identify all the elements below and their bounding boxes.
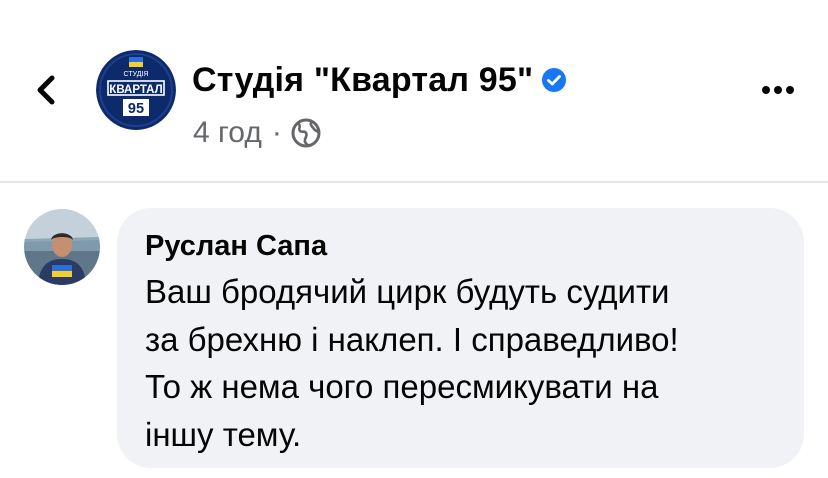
post-meta: 4 год · xyxy=(193,113,322,153)
comment-bubble: Руслан Сапа Ваш бродячий цирк будуть суд… xyxy=(117,208,804,468)
logo-top-text: СТУДІЯ xyxy=(124,71,149,78)
more-options-button[interactable] xyxy=(758,74,802,104)
comment-line: То ж нема чого пересмикувати на xyxy=(145,368,659,405)
comment-line: Ваш бродячий цирк будуть судити xyxy=(145,273,670,310)
post-time[interactable]: 4 год xyxy=(193,116,262,150)
back-button[interactable] xyxy=(28,68,68,112)
logo-bottom-text: 95 xyxy=(128,101,144,117)
chevron-left-icon xyxy=(37,75,55,105)
comment-author[interactable]: Руслан Сапа xyxy=(145,227,804,265)
logo-middle-text: КВАРТАЛ xyxy=(109,84,162,96)
more-horizontal-icon xyxy=(762,86,794,94)
meta-separator: · xyxy=(271,116,282,149)
globe-icon xyxy=(291,118,321,148)
comment-text: Ваш бродячий цирк будуть судити за брехн… xyxy=(145,268,795,458)
post-header: СТУДІЯ КВАРТАЛ 95 Студія "Квартал 95" 4 … xyxy=(0,0,828,182)
page-name[interactable]: Студія "Квартал 95" xyxy=(192,61,533,100)
commenter-photo xyxy=(24,209,100,285)
comment-line: за брехню і наклеп. І справедливо! xyxy=(145,320,679,358)
page-name-row: Студія "Квартал 95" xyxy=(192,58,567,102)
verified-badge-icon xyxy=(542,68,567,92)
comment-line: іншу тему. xyxy=(145,415,302,453)
kvartal-95-logo: СТУДІЯ КВАРТАЛ 95 xyxy=(96,50,176,130)
commenter-avatar[interactable] xyxy=(24,209,100,285)
page-avatar[interactable]: СТУДІЯ КВАРТАЛ 95 xyxy=(96,50,176,130)
header-divider xyxy=(0,181,828,183)
